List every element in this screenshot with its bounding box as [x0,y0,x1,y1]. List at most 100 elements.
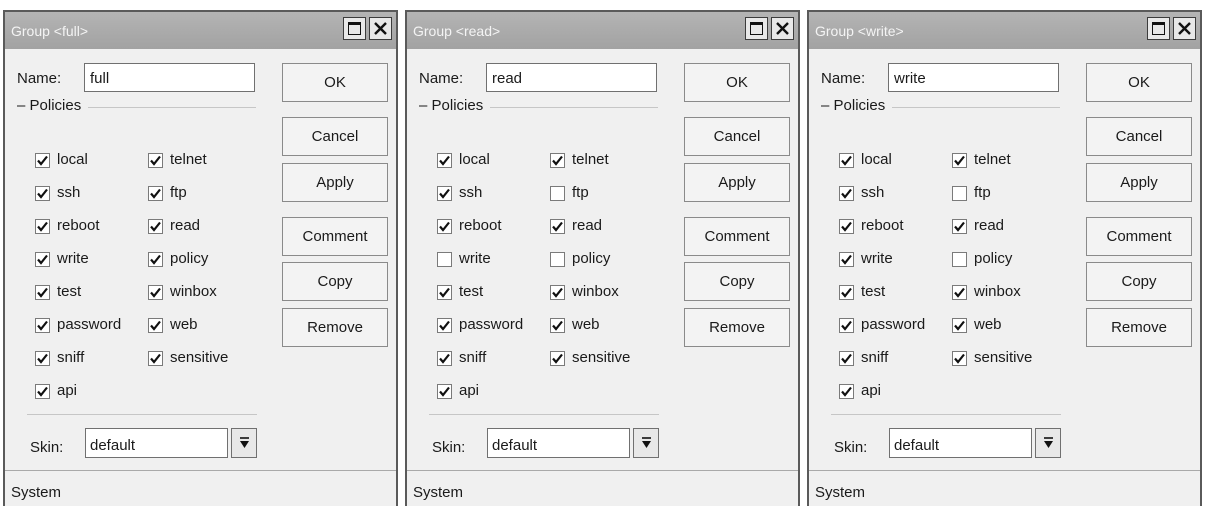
checkbox-sensitive[interactable] [148,351,163,366]
checkbox-test[interactable] [437,285,452,300]
policy-label-ftp: ftp [974,184,991,201]
checkmark-icon [37,188,48,199]
checkbox-write[interactable] [35,252,50,267]
policies-bottom-divider [831,414,1061,415]
checkbox-local[interactable] [839,153,854,168]
checkbox-write[interactable] [839,252,854,267]
copy-button[interactable]: Copy [1086,262,1192,301]
skin-select[interactable]: default [487,428,630,458]
checkbox-api[interactable] [35,384,50,399]
skin-dropdown-button[interactable] [633,428,659,458]
checkbox-policy[interactable] [550,252,565,267]
checkbox-test[interactable] [35,285,50,300]
checkbox-sniff[interactable] [839,351,854,366]
policy-label-ssh: ssh [57,184,81,201]
skin-dropdown-button[interactable] [231,428,257,458]
policy-label-telnet: telnet [170,151,207,168]
checkbox-local[interactable] [437,153,452,168]
policy-label-password: password [57,316,122,333]
checkbox-telnet[interactable] [952,153,967,168]
checkbox-policy[interactable] [148,252,163,267]
ok-button[interactable]: OK [1086,63,1192,102]
checkmark-icon [439,155,450,166]
checkbox-api[interactable] [839,384,854,399]
maximize-button[interactable] [1147,17,1170,40]
checkbox-sniff[interactable] [437,351,452,366]
status-text: System [11,484,62,501]
close-button[interactable] [369,17,392,40]
close-button[interactable] [771,17,794,40]
name-input[interactable]: full [84,63,255,92]
checkbox-ftp[interactable] [148,186,163,201]
checkbox-sensitive[interactable] [952,351,967,366]
dropdown-arrow-icon [642,437,651,448]
checkbox-local[interactable] [35,153,50,168]
comment-button[interactable]: Comment [684,217,790,256]
apply-button[interactable]: Apply [1086,163,1192,202]
name-input[interactable]: write [888,63,1059,92]
maximize-icon [1152,22,1165,35]
title-bar[interactable]: Group <full> [5,12,396,49]
policies-divider [88,107,256,108]
checkbox-web[interactable] [550,318,565,333]
title-bar[interactable]: Group <read> [407,12,798,49]
checkbox-password[interactable] [35,318,50,333]
ok-button[interactable]: OK [684,63,790,102]
maximize-button[interactable] [745,17,768,40]
skin-dropdown-button[interactable] [1035,428,1061,458]
ok-button[interactable]: OK [282,63,388,102]
policy-label-password: password [861,316,926,333]
checkbox-ssh[interactable] [839,186,854,201]
checkmark-icon [841,386,852,397]
checkbox-reboot[interactable] [437,219,452,234]
comment-button[interactable]: Comment [1086,217,1192,256]
checkbox-password[interactable] [839,318,854,333]
policy-label-ftp: ftp [572,184,589,201]
checkbox-read[interactable] [952,219,967,234]
checkbox-telnet[interactable] [550,153,565,168]
policies-label: Policies [29,97,82,114]
checkbox-ssh[interactable] [35,186,50,201]
cancel-button[interactable]: Cancel [1086,117,1192,156]
checkbox-ftp[interactable] [550,186,565,201]
checkbox-web[interactable] [148,318,163,333]
title-bar[interactable]: Group <write> [809,12,1200,49]
checkbox-read[interactable] [148,219,163,234]
skin-select[interactable]: default [85,428,228,458]
checkbox-web[interactable] [952,318,967,333]
checkbox-reboot[interactable] [839,219,854,234]
comment-button[interactable]: Comment [282,217,388,256]
checkbox-read[interactable] [550,219,565,234]
checkbox-reboot[interactable] [35,219,50,234]
policies-group-label: – Policies [419,97,484,114]
name-input[interactable]: read [486,63,657,92]
remove-button[interactable]: Remove [684,308,790,347]
checkbox-winbox[interactable] [148,285,163,300]
checkbox-winbox[interactable] [952,285,967,300]
checkbox-ssh[interactable] [437,186,452,201]
close-button[interactable] [1173,17,1196,40]
checkbox-sensitive[interactable] [550,351,565,366]
checkbox-password[interactable] [437,318,452,333]
copy-button[interactable]: Copy [282,262,388,301]
checkbox-ftp[interactable] [952,186,967,201]
status-divider [809,470,1200,471]
checkbox-policy[interactable] [952,252,967,267]
dropdown-arrow-icon [240,437,249,448]
cancel-button[interactable]: Cancel [282,117,388,156]
checkbox-write[interactable] [437,252,452,267]
checkbox-test[interactable] [839,285,854,300]
maximize-button[interactable] [343,17,366,40]
cancel-button[interactable]: Cancel [684,117,790,156]
checkbox-winbox[interactable] [550,285,565,300]
checkbox-api[interactable] [437,384,452,399]
checkbox-telnet[interactable] [148,153,163,168]
copy-button[interactable]: Copy [684,262,790,301]
apply-button[interactable]: Apply [684,163,790,202]
checkbox-sniff[interactable] [35,351,50,366]
remove-button[interactable]: Remove [282,308,388,347]
remove-button[interactable]: Remove [1086,308,1192,347]
apply-button[interactable]: Apply [282,163,388,202]
skin-select[interactable]: default [889,428,1032,458]
policies-bottom-divider [429,414,659,415]
